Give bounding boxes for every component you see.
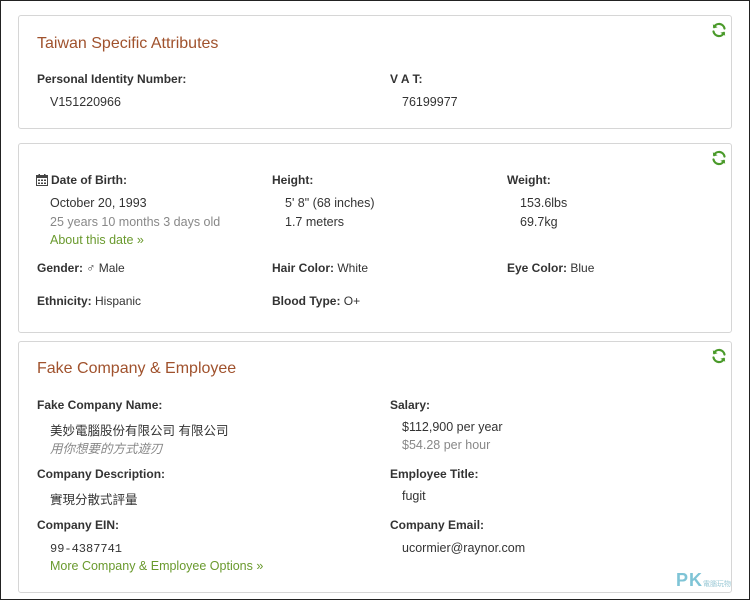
about-date-link[interactable]: About this date »	[50, 233, 144, 247]
company-description-value: 實現分散式評量	[50, 493, 138, 507]
ethnicity-field: Ethnicity: Hispanic	[37, 294, 141, 308]
eye-label: Eye Color:	[507, 261, 568, 275]
ethnicity-value: Hispanic	[95, 294, 142, 308]
dob-label: Date of Birth:	[51, 173, 127, 187]
salary-year: $112,900 per year	[402, 420, 503, 434]
salary-label: Salary:	[390, 398, 431, 412]
watermark-logo: PK電腦玩物	[676, 570, 731, 591]
refresh-icon[interactable]	[711, 22, 727, 38]
employee-title-label: Employee Title:	[390, 467, 479, 481]
calendar-icon	[36, 174, 48, 186]
taiwan-card-title: Taiwan Specific Attributes	[37, 35, 219, 52]
height-metric: 1.7 meters	[285, 215, 345, 229]
age-text: 25 years 10 months 3 days old	[50, 215, 221, 229]
ethnicity-label: Ethnicity:	[37, 294, 92, 308]
company-description-label: Company Description:	[37, 467, 166, 481]
taiwan-attributes-card: Taiwan Specific Attributes Personal Iden…	[18, 15, 732, 129]
company-name-value: 美妙電腦股份有限公司 有限公司	[50, 424, 229, 438]
company-slogan: 用你想要的方式遊刃	[50, 442, 163, 456]
vat-value: 76199977	[402, 95, 458, 109]
weight-lbs: 153.6lbs	[520, 196, 568, 210]
watermark-subtext: 電腦玩物	[703, 581, 731, 588]
pin-label: Personal Identity Number:	[37, 72, 187, 86]
blood-label: Blood Type:	[272, 294, 341, 308]
refresh-icon[interactable]	[711, 348, 727, 364]
personal-attributes-card: Date of Birth: October 20, 1993 25 years…	[18, 143, 732, 333]
company-email-value: ucormier@raynor.com	[402, 541, 526, 555]
blood-value: O+	[343, 294, 361, 308]
male-icon: ♂	[86, 261, 96, 275]
watermark-text: PK	[675, 570, 703, 590]
hair-label: Hair Color:	[272, 261, 335, 275]
height-imperial: 5' 8" (68 inches)	[285, 196, 375, 210]
refresh-icon[interactable]	[711, 150, 727, 166]
company-card: Fake Company & Employee Fake Company Nam…	[18, 341, 732, 593]
blood-field: Blood Type: O+	[272, 294, 360, 308]
gender-label: Gender:	[37, 261, 84, 275]
eye-field: Eye Color: Blue	[507, 261, 594, 275]
company-ein-label: Company EIN:	[37, 518, 120, 532]
dob-value: October 20, 1993	[50, 196, 147, 210]
company-ein-value: 99-4387741	[50, 542, 123, 556]
gender-field: Gender: ♂ Male	[37, 261, 125, 275]
more-company-options-link[interactable]: More Company & Employee Options »	[50, 559, 263, 573]
employee-title-value: fugit	[402, 489, 426, 503]
pin-value: V151220966	[50, 95, 121, 109]
weight-label: Weight:	[507, 173, 551, 187]
company-email-label: Company Email:	[390, 518, 485, 532]
eye-value: Blue	[570, 261, 595, 275]
company-name-label: Fake Company Name:	[37, 398, 163, 412]
hair-value: White	[337, 261, 369, 275]
salary-hour: $54.28 per hour	[402, 438, 491, 452]
height-label: Height:	[272, 173, 314, 187]
weight-kg: 69.7kg	[520, 215, 558, 229]
hair-field: Hair Color: White	[272, 261, 368, 275]
gender-value: Male	[98, 261, 125, 275]
company-card-title: Fake Company & Employee	[37, 360, 237, 377]
vat-label: V A T:	[390, 72, 423, 86]
page-frame: Taiwan Specific Attributes Personal Iden…	[0, 0, 750, 600]
